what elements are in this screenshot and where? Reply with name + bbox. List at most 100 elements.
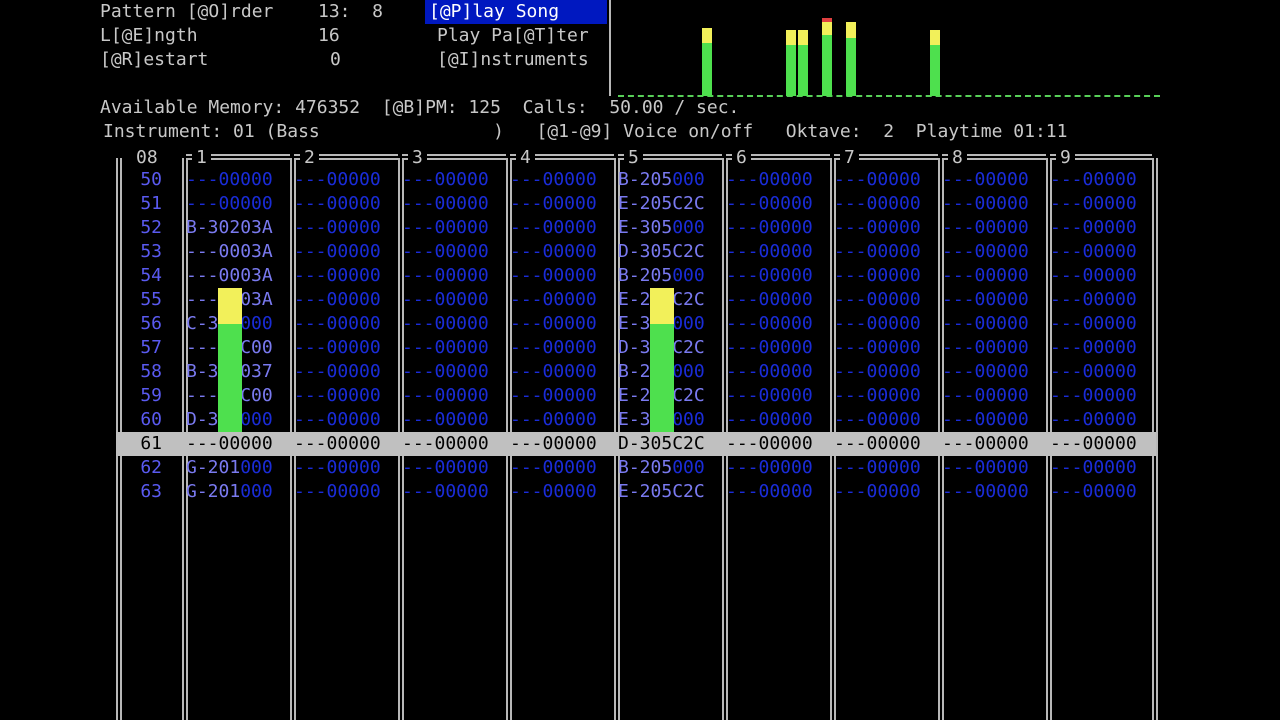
pattern-row[interactable]: 55 ---0003A ---00000 ---00000 ---00000 E-205C… bbox=[116, 288, 1156, 312]
pattern-cell[interactable]: ---00000 bbox=[510, 432, 614, 456]
pattern-cell[interactable]: ---00000 bbox=[834, 264, 938, 288]
pattern-cell[interactable]: ---00000 bbox=[942, 456, 1046, 480]
pattern-cell[interactable]: ---00000 bbox=[1050, 312, 1154, 336]
pattern-cell[interactable]: ---00000 bbox=[726, 408, 830, 432]
pattern-cell[interactable]: B-30203A bbox=[186, 216, 290, 240]
pattern-cell[interactable]: ---00000 bbox=[510, 216, 614, 240]
pattern-cell[interactable]: ---00000 bbox=[294, 312, 398, 336]
pattern-cell[interactable]: ---00000 bbox=[726, 264, 830, 288]
pattern-cell[interactable]: ---00000 bbox=[834, 432, 938, 456]
pattern-cell[interactable]: ---00000 bbox=[1050, 336, 1154, 360]
channel-header-1[interactable]: 1 bbox=[192, 146, 211, 170]
pattern-cell[interactable]: ---00000 bbox=[294, 456, 398, 480]
pattern-cell[interactable]: ---00000 bbox=[186, 168, 290, 192]
pattern-cell[interactable]: ---00000 bbox=[726, 384, 830, 408]
pattern-cell[interactable]: ---00000 bbox=[510, 408, 614, 432]
pattern-row[interactable]: 63 G-201000 ---00000 ---00000 ---00000 E-205C… bbox=[116, 480, 1156, 504]
pattern-cell[interactable]: ---00000 bbox=[402, 168, 506, 192]
channel-header-2[interactable]: 2 bbox=[300, 146, 319, 170]
channel-header-6[interactable]: 6 bbox=[732, 146, 751, 170]
pattern-row[interactable]: 51 ---00000 ---00000 ---00000 ---00000 E-205C… bbox=[116, 192, 1156, 216]
pattern-cell[interactable]: ---00000 bbox=[834, 240, 938, 264]
pattern-cell[interactable]: ---00000 bbox=[402, 264, 506, 288]
channel-header-4[interactable]: 4 bbox=[516, 146, 535, 170]
pattern-cell[interactable]: ---00000 bbox=[402, 192, 506, 216]
pattern-cell[interactable]: ---00000 bbox=[510, 264, 614, 288]
pattern-cell[interactable]: ---00000 bbox=[294, 264, 398, 288]
pattern-cell[interactable]: ---00000 bbox=[942, 216, 1046, 240]
pattern-cell[interactable]: ---00000 bbox=[186, 432, 290, 456]
pattern-cell[interactable]: ---00000 bbox=[510, 360, 614, 384]
pattern-cell[interactable]: ---00000 bbox=[726, 216, 830, 240]
pattern-cell[interactable]: ---00000 bbox=[834, 192, 938, 216]
pattern-cell[interactable]: ---00000 bbox=[402, 216, 506, 240]
pattern-cell[interactable]: ---00000 bbox=[402, 240, 506, 264]
pattern-cell[interactable]: ---00000 bbox=[294, 168, 398, 192]
pattern-cell[interactable]: ---00000 bbox=[1050, 192, 1154, 216]
pattern-cell[interactable]: ---0003A bbox=[186, 264, 290, 288]
pattern-cell[interactable]: ---00000 bbox=[726, 456, 830, 480]
pattern-row[interactable]: 60 D-302000 ---00000 ---00000 ---00000 E-3050… bbox=[116, 408, 1156, 432]
pattern-cell[interactable]: ---00000 bbox=[294, 432, 398, 456]
pattern-cell[interactable]: ---00000 bbox=[294, 192, 398, 216]
pattern-cell[interactable]: ---00000 bbox=[1050, 264, 1154, 288]
pattern-cell[interactable]: ---00000 bbox=[942, 408, 1046, 432]
pattern-cell[interactable]: ---00000 bbox=[402, 384, 506, 408]
pattern-row[interactable]: 50 ---00000 ---00000 ---00000 ---00000 B-2050… bbox=[116, 168, 1156, 192]
pattern-row[interactable]: 54 ---0003A ---00000 ---00000 ---00000 B-2050… bbox=[116, 264, 1156, 288]
pattern-cell[interactable]: B-205000 bbox=[618, 168, 722, 192]
pattern-cell[interactable]: ---00000 bbox=[726, 336, 830, 360]
pattern-cell[interactable]: ---00000 bbox=[294, 240, 398, 264]
channel-header-5[interactable]: 5 bbox=[624, 146, 643, 170]
pattern-cell[interactable]: ---00000 bbox=[1050, 168, 1154, 192]
pattern-cell[interactable]: ---00000 bbox=[942, 384, 1046, 408]
length-label[interactable]: L[@E]ngth bbox=[100, 24, 198, 48]
pattern-order-label[interactable]: Pattern [@O]rder bbox=[100, 0, 273, 24]
pattern-cell[interactable]: ---00000 bbox=[294, 480, 398, 504]
pattern-row[interactable]: 58 B-302037 ---00000 ---00000 ---00000 B-2050… bbox=[116, 360, 1156, 384]
pattern-cell[interactable]: ---00000 bbox=[726, 360, 830, 384]
pattern-cell[interactable]: ---00000 bbox=[294, 216, 398, 240]
pattern-cell[interactable]: ---00000 bbox=[942, 288, 1046, 312]
pattern-cell[interactable]: ---00000 bbox=[402, 408, 506, 432]
pattern-cell[interactable]: ---00000 bbox=[1050, 216, 1154, 240]
pattern-cell[interactable]: ---00000 bbox=[510, 192, 614, 216]
pattern-cell[interactable]: ---00000 bbox=[942, 168, 1046, 192]
pattern-cell[interactable]: E-305000 bbox=[618, 216, 722, 240]
pattern-cell[interactable]: ---00000 bbox=[402, 288, 506, 312]
pattern-cell[interactable]: ---00000 bbox=[294, 336, 398, 360]
current-row[interactable]: 61 ---00000 ---00000 ---00000 ---00000 D-305C… bbox=[116, 432, 1156, 456]
pattern-row[interactable]: 53 ---0003A ---00000 ---00000 ---00000 D-305C… bbox=[116, 240, 1156, 264]
pattern-cell[interactable]: ---00000 bbox=[510, 312, 614, 336]
pattern-cell[interactable]: ---00000 bbox=[1050, 456, 1154, 480]
channel-header-3[interactable]: 3 bbox=[408, 146, 427, 170]
pattern-cell[interactable]: E-205C2C bbox=[618, 192, 722, 216]
pattern-row[interactable]: 62 G-201000 ---00000 ---00000 ---00000 B-2050… bbox=[116, 456, 1156, 480]
restart-label[interactable]: [@R]estart bbox=[100, 48, 208, 72]
pattern-cell[interactable]: ---00000 bbox=[834, 336, 938, 360]
pattern-cell[interactable]: ---00000 bbox=[510, 168, 614, 192]
pattern-cell[interactable]: ---00000 bbox=[510, 336, 614, 360]
pattern-cell[interactable]: ---00000 bbox=[1050, 432, 1154, 456]
pattern-cell[interactable]: ---00000 bbox=[186, 192, 290, 216]
pattern-cell[interactable]: ---00000 bbox=[726, 432, 830, 456]
pattern-cell[interactable]: G-201000 bbox=[186, 480, 290, 504]
pattern-row[interactable]: 52 B-30203A ---00000 ---00000 ---00000 E-3050… bbox=[116, 216, 1156, 240]
pattern-cell[interactable]: ---00000 bbox=[834, 216, 938, 240]
pattern-cell[interactable]: ---00000 bbox=[726, 240, 830, 264]
pattern-cell[interactable]: ---00000 bbox=[294, 384, 398, 408]
pattern-cell[interactable]: ---00000 bbox=[726, 312, 830, 336]
pattern-cell[interactable]: ---00000 bbox=[1050, 480, 1154, 504]
instruments-menu-item[interactable]: [@I]nstruments bbox=[437, 48, 589, 72]
pattern-cell[interactable]: ---00000 bbox=[942, 192, 1046, 216]
pattern-cell[interactable]: ---00000 bbox=[402, 312, 506, 336]
pattern-cell[interactable]: ---00000 bbox=[834, 168, 938, 192]
pattern-cell[interactable]: ---00000 bbox=[834, 456, 938, 480]
channel-header-9[interactable]: 9 bbox=[1056, 146, 1075, 170]
pattern-row[interactable]: 56 C-302000 ---00000 ---00000 ---00000 E-3050… bbox=[116, 312, 1156, 336]
pattern-cell[interactable]: B-205000 bbox=[618, 456, 722, 480]
pattern-cell[interactable]: ---00000 bbox=[510, 456, 614, 480]
pattern-cell[interactable]: D-305C2C bbox=[618, 240, 722, 264]
pattern-cell[interactable]: ---00000 bbox=[1050, 240, 1154, 264]
play-pattern-menu-item[interactable]: Play Pa[@T]ter bbox=[437, 24, 589, 48]
